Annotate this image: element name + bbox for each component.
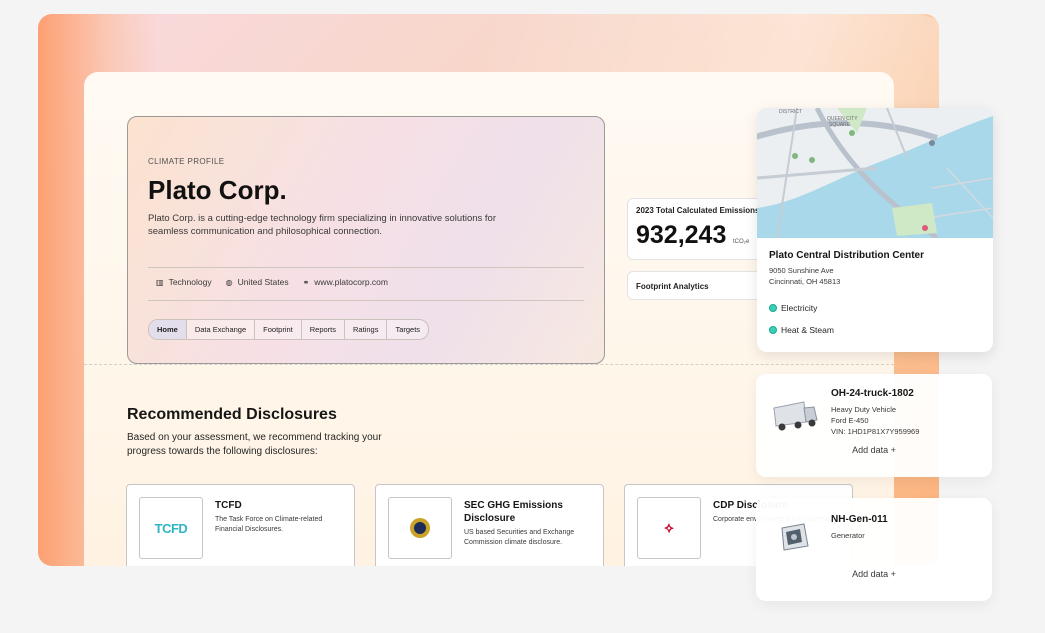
- company-title: Plato Corp.: [148, 175, 287, 205]
- disclosure-card-sec[interactable]: SEC GHG Emissions Disclosure US based Se…: [375, 484, 604, 570]
- address-line-1: 9050 Sunshine Ave: [769, 266, 834, 275]
- sec-seal-icon: [410, 518, 430, 538]
- divider: [148, 267, 584, 268]
- profile-tabs: Home Data Exchange Footprint Reports Rat…: [148, 319, 430, 340]
- asset-name: NH-Gen-011: [831, 514, 888, 525]
- card-description: US based Securities and Exchange Commiss…: [464, 529, 575, 546]
- climate-profile-card: CLIMATE PROFILE Plato Corp. Plato Corp. …: [127, 116, 605, 364]
- website-link[interactable]: www.platocorp.com: [314, 277, 388, 287]
- emissions-label: 2023 Total Calculated Emissions: [636, 206, 760, 215]
- globe-icon: ◍: [225, 277, 233, 287]
- generator-icon: [781, 523, 809, 551]
- tab-footprint[interactable]: Footprint: [255, 320, 302, 339]
- source-heat-steam[interactable]: Heat & Steam: [769, 325, 834, 335]
- footprint-analytics-label: Footprint Analytics: [636, 282, 709, 291]
- divider: [148, 300, 584, 301]
- tcfd-logo: TCFD: [139, 497, 203, 559]
- section-divider: [84, 364, 894, 365]
- meta-website[interactable]: ⚭ www.platocorp.com: [303, 277, 388, 287]
- asset-name: OH-24-truck-1802: [831, 388, 914, 399]
- source-label: Heat & Steam: [781, 325, 834, 335]
- location-address: 9050 Sunshine Ave Cincinnati, OH 45813: [769, 265, 840, 287]
- link-icon: ⚭: [302, 277, 310, 287]
- asset-model: Ford E-450: [831, 416, 869, 425]
- location-name: Plato Central Distribution Center: [769, 250, 925, 261]
- add-data-button[interactable]: Add data +: [756, 445, 992, 455]
- tab-targets[interactable]: Targets: [387, 320, 428, 339]
- asset-card-truck[interactable]: OH-24-truck-1802 Heavy Duty Vehicle Ford…: [756, 374, 992, 477]
- truck-icon: [773, 401, 818, 431]
- tcfd-logo-text: TCFD: [154, 520, 188, 536]
- building-icon: ▥: [156, 277, 164, 287]
- recommended-description: Based on your assessment, we recommend t…: [127, 432, 382, 457]
- asset-type: Generator: [831, 531, 865, 540]
- asset-card-generator[interactable]: NH-Gen-011 Generator Add data +: [756, 498, 992, 601]
- emissions-unit: tCO₂e: [733, 239, 750, 245]
- card-title: SEC GHG Emissions Disclosure: [464, 500, 563, 524]
- address-line-2: Cincinnati, OH 45813: [769, 277, 841, 286]
- card-description: The Task Force on Climate-related Financ…: [215, 516, 323, 533]
- sec-seal-logo: [388, 497, 452, 559]
- emissions-value: 932,243: [636, 221, 727, 249]
- map-label: SQUARE: [829, 122, 851, 128]
- add-data-button[interactable]: Add data +: [756, 569, 992, 579]
- tab-data-exchange[interactable]: Data Exchange: [187, 320, 256, 339]
- asset-details: Heavy Duty Vehicle Ford E-450 VIN: 1HD1P…: [831, 404, 919, 437]
- company-meta: ▥ Technology ◍ United States ⚭ www.plato…: [156, 277, 388, 287]
- asset-vin: VIN: 1HD1P81X7Y959969: [831, 427, 920, 436]
- meta-industry: ▥ Technology: [156, 277, 212, 287]
- recommended-title: Recommended Disclosures: [127, 406, 337, 423]
- location-card[interactable]: DISTRICT QUEEN CITY SQUARE Plato Central…: [757, 108, 993, 352]
- emissions-stat-card: 2023 Total Calculated Emissions 932,243 …: [627, 198, 767, 260]
- source-electricity[interactable]: Electricity: [769, 303, 817, 313]
- footprint-analytics-link[interactable]: Footprint Analytics: [627, 271, 767, 300]
- map-label: DISTRICT: [779, 109, 802, 115]
- location-map[interactable]: DISTRICT QUEEN CITY SQUARE: [757, 108, 993, 241]
- company-description: Plato Corp. is a cutting-edge technology…: [148, 213, 496, 237]
- eyebrow-label: CLIMATE PROFILE: [148, 157, 225, 166]
- meta-industry-label: Technology: [168, 277, 212, 287]
- status-dot-icon: [769, 304, 777, 312]
- tab-home[interactable]: Home: [149, 320, 187, 339]
- tab-ratings[interactable]: Ratings: [345, 320, 388, 339]
- cdp-logo-icon: ⯎: [664, 520, 674, 535]
- source-label: Electricity: [781, 303, 818, 313]
- disclosure-card-tcfd[interactable]: TCFD TCFD The Task Force on Climate-rela…: [126, 484, 355, 570]
- card-title: TCFD: [215, 500, 242, 511]
- tab-reports[interactable]: Reports: [302, 320, 346, 339]
- meta-country: ◍ United States: [226, 277, 289, 287]
- asset-type: Heavy Duty Vehicle: [831, 405, 897, 414]
- status-dot-icon: [769, 326, 777, 334]
- meta-country-label: United States: [237, 277, 289, 287]
- map-graphic: DISTRICT QUEEN CITY SQUARE: [757, 108, 993, 241]
- cdp-logo: ⯎: [637, 497, 701, 559]
